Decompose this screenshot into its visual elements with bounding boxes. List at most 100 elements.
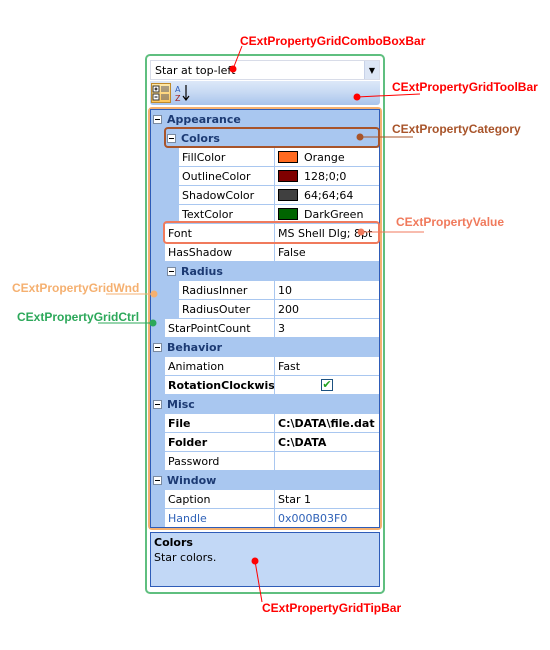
rotation-clockwise-checkbox[interactable]: ✔ bbox=[321, 379, 333, 391]
property-row-hasshadow[interactable]: HasShadow False bbox=[151, 243, 379, 262]
property-value[interactable]: C:\DATA bbox=[275, 433, 379, 452]
property-row-fillcolor[interactable]: FillColor Orange bbox=[151, 148, 379, 167]
collapse-icon[interactable] bbox=[153, 476, 162, 485]
category-label: Appearance bbox=[167, 113, 241, 126]
property-value-text: Orange bbox=[304, 150, 345, 164]
property-value[interactable]: 64;64;64 bbox=[275, 186, 379, 205]
property-row-radiusouter[interactable]: RadiusOuter 200 bbox=[151, 300, 379, 319]
property-name: RotationClockwise bbox=[165, 376, 275, 395]
property-name: Password bbox=[165, 452, 275, 471]
category-label: Window bbox=[167, 474, 217, 487]
property-value[interactable]: 0x000B03F0 bbox=[275, 509, 379, 527]
property-name: Caption bbox=[165, 490, 275, 509]
annotation-ctrl-pointer bbox=[98, 319, 157, 327]
property-name: Folder bbox=[165, 433, 275, 452]
property-value[interactable]: 128;0;0 bbox=[275, 167, 379, 186]
property-value[interactable]: Orange bbox=[275, 148, 379, 167]
property-value[interactable]: 200 bbox=[275, 300, 379, 319]
annotation-value-pointer bbox=[357, 228, 424, 236]
property-name: FillColor bbox=[179, 148, 275, 167]
collapse-icon[interactable] bbox=[153, 343, 162, 352]
annotation-category-pointer bbox=[356, 133, 413, 141]
annotation-tool-bar-pointer bbox=[353, 93, 421, 101]
property-value[interactable]: 3 bbox=[275, 319, 379, 338]
property-name: File bbox=[165, 414, 275, 433]
value-highlight bbox=[163, 221, 380, 244]
property-grid: Appearance Colors FillColor Orange Outli… bbox=[150, 109, 380, 528]
sort-az-icon: A Z bbox=[175, 85, 190, 102]
color-swatch bbox=[278, 189, 298, 201]
category-highlight bbox=[164, 127, 380, 148]
collapse-icon[interactable] bbox=[153, 400, 162, 409]
row-gutter bbox=[151, 148, 179, 167]
property-value: ✔ bbox=[275, 376, 379, 395]
category-misc[interactable]: Misc bbox=[151, 395, 379, 414]
combo-box[interactable]: Star at top-left ▼ bbox=[150, 60, 380, 80]
categorized-icon bbox=[152, 85, 169, 101]
collapse-icon[interactable] bbox=[153, 115, 162, 124]
annotation-tip-bar: CExtPropertyGridTipBar bbox=[262, 601, 402, 615]
collapse-icon[interactable] bbox=[167, 267, 176, 276]
category-window[interactable]: Window bbox=[151, 471, 379, 490]
row-gutter bbox=[151, 414, 165, 433]
tip-title: Colors bbox=[154, 536, 193, 549]
svg-text:A: A bbox=[175, 85, 181, 94]
property-row-handle[interactable]: Handle 0x000B03F0 bbox=[151, 509, 379, 527]
row-gutter bbox=[151, 433, 165, 452]
category-label: Radius bbox=[181, 265, 223, 278]
property-name: HasShadow bbox=[165, 243, 275, 262]
property-value[interactable]: False bbox=[275, 243, 379, 262]
property-value[interactable] bbox=[275, 452, 379, 471]
categorized-button[interactable] bbox=[151, 83, 171, 103]
row-gutter bbox=[151, 243, 165, 262]
row-gutter bbox=[151, 376, 165, 395]
alphabetical-button[interactable]: A Z bbox=[173, 83, 193, 103]
row-gutter bbox=[151, 490, 165, 509]
annotation-wnd-pointer bbox=[106, 290, 158, 298]
checkmark-icon: ✔ bbox=[322, 378, 332, 391]
property-value[interactable]: Star 1 bbox=[275, 490, 379, 509]
property-name: Handle bbox=[165, 509, 275, 527]
property-row-outlinecolor[interactable]: OutlineColor 128;0;0 bbox=[151, 167, 379, 186]
annotation-combo-bar: CExtPropertyGridComboBoxBar bbox=[240, 34, 426, 48]
property-row-radiusinner[interactable]: RadiusInner 10 bbox=[151, 281, 379, 300]
property-row-file[interactable]: File C:\DATA\file.dat bbox=[151, 414, 379, 433]
category-radius[interactable]: Radius bbox=[151, 262, 379, 281]
property-row-shadowcolor[interactable]: ShadowColor 64;64;64 bbox=[151, 186, 379, 205]
property-row-rotationclockwise[interactable]: RotationClockwise ✔ bbox=[151, 376, 379, 395]
property-value-text: DarkGreen bbox=[304, 207, 364, 221]
property-name: RadiusInner bbox=[179, 281, 275, 300]
row-gutter bbox=[151, 300, 179, 319]
property-value[interactable]: Fast bbox=[275, 357, 379, 376]
property-grid-toolbar: A Z bbox=[150, 81, 380, 105]
color-swatch bbox=[278, 151, 298, 163]
category-label: Behavior bbox=[167, 341, 223, 354]
row-gutter bbox=[151, 167, 179, 186]
combo-dropdown-button[interactable]: ▼ bbox=[364, 61, 379, 79]
color-swatch bbox=[278, 170, 298, 182]
property-value-text: 64;64;64 bbox=[304, 188, 354, 202]
svg-text:Z: Z bbox=[175, 94, 181, 102]
color-swatch bbox=[278, 208, 298, 220]
property-value-text: 128;0;0 bbox=[304, 169, 347, 183]
property-value[interactable]: C:\DATA\file.dat bbox=[275, 414, 379, 433]
property-name: ShadowColor bbox=[179, 186, 275, 205]
property-row-starpointcount[interactable]: StarPointCount 3 bbox=[151, 319, 379, 338]
combo-box-value: Star at top-left bbox=[155, 63, 236, 77]
row-gutter bbox=[151, 452, 165, 471]
property-value[interactable]: 10 bbox=[275, 281, 379, 300]
row-gutter bbox=[151, 509, 165, 527]
annotation-tip-bar-pointer bbox=[251, 557, 263, 603]
category-behavior[interactable]: Behavior bbox=[151, 338, 379, 357]
property-name: OutlineColor bbox=[179, 167, 275, 186]
annotation-combo-bar-pointer bbox=[229, 45, 243, 73]
row-gutter bbox=[151, 186, 179, 205]
property-row-folder[interactable]: Folder C:\DATA bbox=[151, 433, 379, 452]
property-row-password[interactable]: Password bbox=[151, 452, 379, 471]
property-name: Animation bbox=[165, 357, 275, 376]
property-name: RadiusOuter bbox=[179, 300, 275, 319]
property-row-caption[interactable]: Caption Star 1 bbox=[151, 490, 379, 509]
row-gutter bbox=[151, 357, 165, 376]
property-row-animation[interactable]: Animation Fast bbox=[151, 357, 379, 376]
chevron-down-icon: ▼ bbox=[368, 65, 376, 75]
